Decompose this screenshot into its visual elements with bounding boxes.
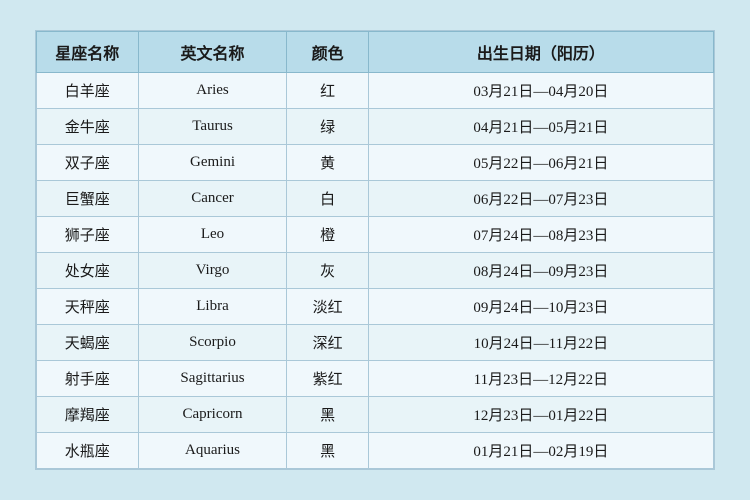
table-row: 射手座Sagittarius紫红11月23日—12月22日 [37, 361, 714, 397]
table-row: 天秤座Libra淡红09月24日—10月23日 [37, 289, 714, 325]
cell-en: Aquarius [138, 433, 287, 469]
table-body: 白羊座Aries红03月21日—04月20日金牛座Taurus绿04月21日—0… [37, 73, 714, 469]
cell-zh: 白羊座 [37, 73, 139, 109]
header-date: 出生日期（阳历） [368, 32, 713, 73]
cell-color: 黑 [287, 397, 368, 433]
zodiac-table: 星座名称 英文名称 颜色 出生日期（阳历） 白羊座Aries红03月21日—04… [36, 31, 714, 469]
cell-zh: 摩羯座 [37, 397, 139, 433]
cell-en: Scorpio [138, 325, 287, 361]
table-row: 金牛座Taurus绿04月21日—05月21日 [37, 109, 714, 145]
cell-en: Gemini [138, 145, 287, 181]
cell-zh: 天秤座 [37, 289, 139, 325]
cell-date: 06月22日—07月23日 [368, 181, 713, 217]
cell-en: Virgo [138, 253, 287, 289]
cell-zh: 天蝎座 [37, 325, 139, 361]
header-en: 英文名称 [138, 32, 287, 73]
cell-color: 紫红 [287, 361, 368, 397]
table-row: 摩羯座Capricorn黑12月23日—01月22日 [37, 397, 714, 433]
cell-date: 09月24日—10月23日 [368, 289, 713, 325]
cell-zh: 狮子座 [37, 217, 139, 253]
table-row: 双子座Gemini黄05月22日—06月21日 [37, 145, 714, 181]
table-row: 白羊座Aries红03月21日—04月20日 [37, 73, 714, 109]
table-row: 巨蟹座Cancer白06月22日—07月23日 [37, 181, 714, 217]
table-row: 狮子座Leo橙07月24日—08月23日 [37, 217, 714, 253]
cell-color: 淡红 [287, 289, 368, 325]
cell-zh: 巨蟹座 [37, 181, 139, 217]
cell-date: 12月23日—01月22日 [368, 397, 713, 433]
cell-date: 10月24日—11月22日 [368, 325, 713, 361]
cell-en: Libra [138, 289, 287, 325]
table-row: 水瓶座Aquarius黑01月21日—02月19日 [37, 433, 714, 469]
cell-en: Cancer [138, 181, 287, 217]
cell-en: Sagittarius [138, 361, 287, 397]
cell-color: 黑 [287, 433, 368, 469]
header-zh: 星座名称 [37, 32, 139, 73]
cell-date: 05月22日—06月21日 [368, 145, 713, 181]
cell-date: 03月21日—04月20日 [368, 73, 713, 109]
cell-date: 08月24日—09月23日 [368, 253, 713, 289]
cell-date: 04月21日—05月21日 [368, 109, 713, 145]
cell-en: Aries [138, 73, 287, 109]
cell-color: 深红 [287, 325, 368, 361]
zodiac-table-container: 星座名称 英文名称 颜色 出生日期（阳历） 白羊座Aries红03月21日—04… [35, 30, 715, 470]
cell-date: 11月23日—12月22日 [368, 361, 713, 397]
table-row: 处女座Virgo灰08月24日—09月23日 [37, 253, 714, 289]
cell-zh: 处女座 [37, 253, 139, 289]
cell-zh: 金牛座 [37, 109, 139, 145]
cell-color: 红 [287, 73, 368, 109]
cell-en: Leo [138, 217, 287, 253]
cell-color: 橙 [287, 217, 368, 253]
table-row: 天蝎座Scorpio深红10月24日—11月22日 [37, 325, 714, 361]
table-header-row: 星座名称 英文名称 颜色 出生日期（阳历） [37, 32, 714, 73]
cell-date: 01月21日—02月19日 [368, 433, 713, 469]
cell-zh: 射手座 [37, 361, 139, 397]
cell-zh: 双子座 [37, 145, 139, 181]
cell-date: 07月24日—08月23日 [368, 217, 713, 253]
cell-en: Taurus [138, 109, 287, 145]
cell-zh: 水瓶座 [37, 433, 139, 469]
header-color: 颜色 [287, 32, 368, 73]
cell-en: Capricorn [138, 397, 287, 433]
cell-color: 白 [287, 181, 368, 217]
cell-color: 灰 [287, 253, 368, 289]
cell-color: 绿 [287, 109, 368, 145]
cell-color: 黄 [287, 145, 368, 181]
